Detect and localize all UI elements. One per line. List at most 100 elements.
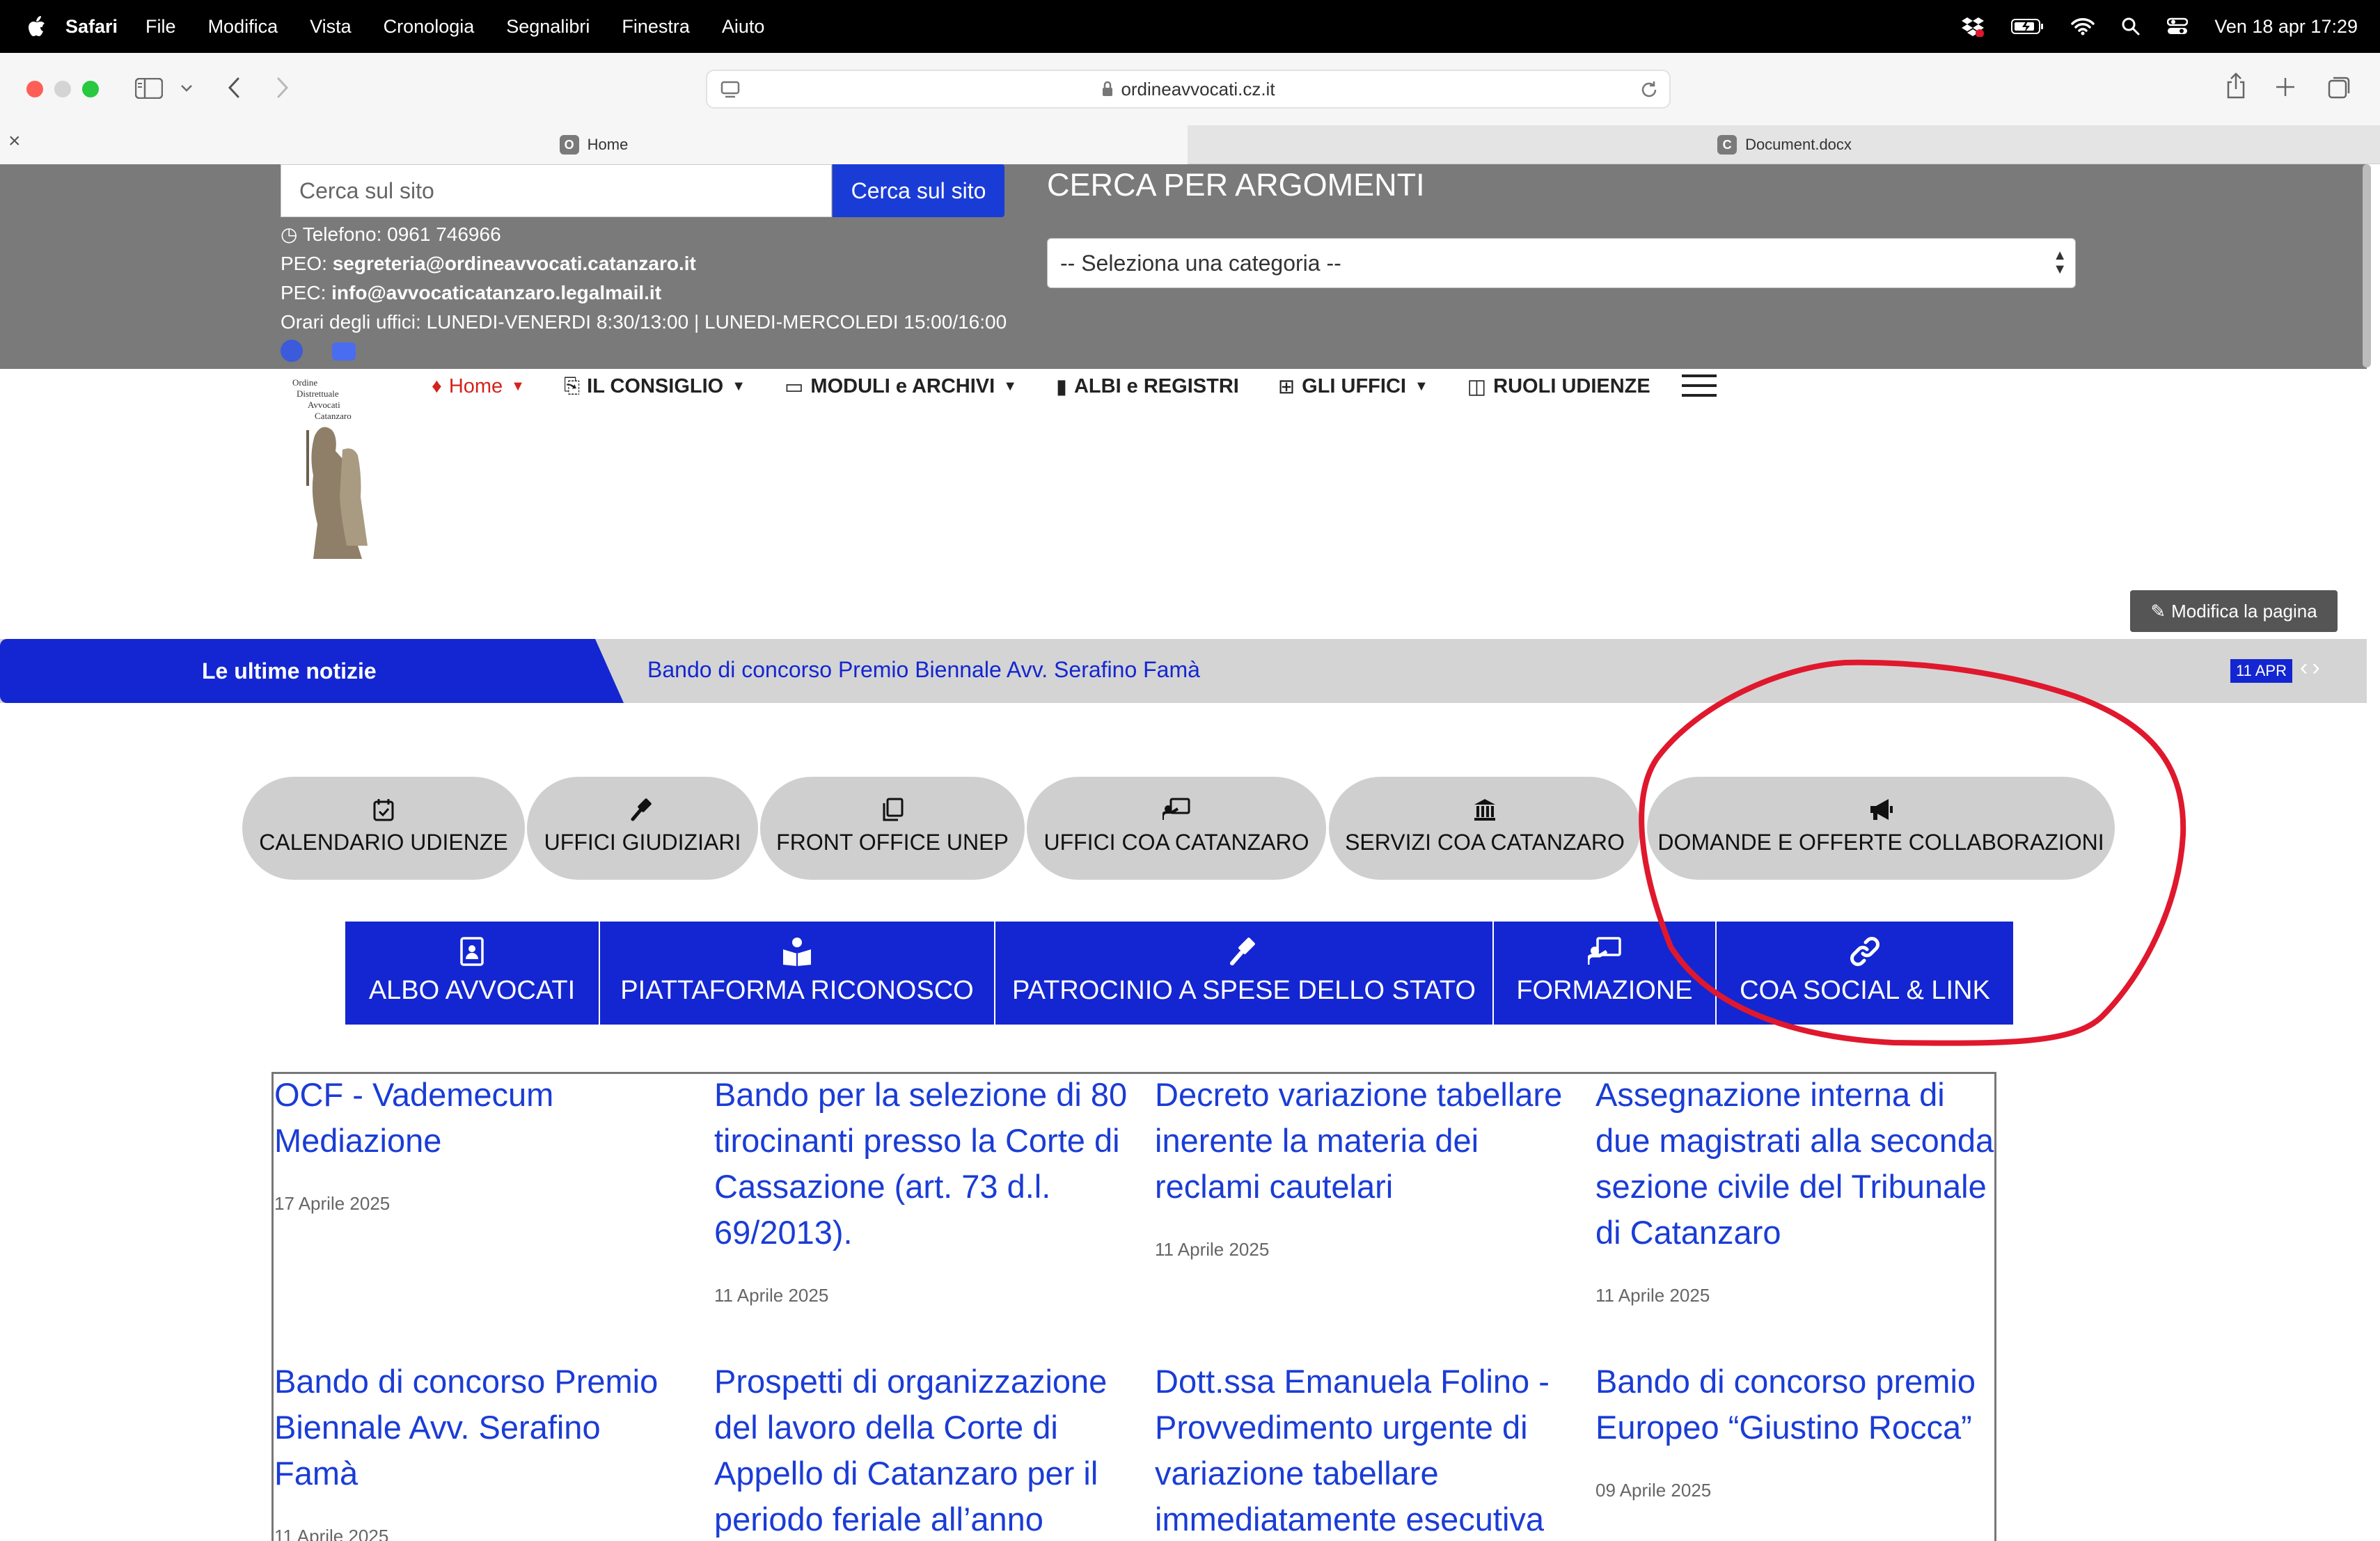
chevron-down-icon[interactable] xyxy=(180,84,194,93)
chevron-right-icon[interactable]: › xyxy=(2312,654,2324,681)
menubar-datetime[interactable]: Ven 18 apr 17:29 xyxy=(2214,16,2358,38)
nav-home[interactable]: ♦ Home ▼ xyxy=(432,375,525,398)
facebook-icon[interactable] xyxy=(281,340,303,362)
chevron-down-icon: ▼ xyxy=(511,378,525,394)
calendar-check-icon xyxy=(373,799,394,821)
tab-home[interactable]: O Home xyxy=(0,125,1188,164)
ticker-headline-link[interactable]: Bando di concorso Premio Biennale Avv. S… xyxy=(647,657,1200,683)
phone-text: Telefono: 0961 746966 xyxy=(302,223,501,245)
category-select[interactable]: -- Seleziona una categoria -- ▲ ▼ xyxy=(1047,238,2076,288)
copy-icon xyxy=(883,798,904,821)
pill-front-office-unep[interactable]: FRONT OFFICE UNEP xyxy=(760,777,1025,880)
url-text[interactable]: ordineavvocati.cz.it xyxy=(1121,79,1275,100)
nav-moduli[interactable]: ▭ MODULI e ARCHIVI ▼ xyxy=(785,374,1017,399)
spotlight-search-icon[interactable] xyxy=(2121,17,2141,36)
news-title-link[interactable]: Bando per la selezione di 80 tirocinanti… xyxy=(714,1072,1132,1256)
share-icon[interactable] xyxy=(2225,72,2247,100)
close-tab-icon[interactable]: × xyxy=(8,129,21,153)
tab-label: Document.docx xyxy=(1745,136,1852,153)
dropbox-icon[interactable] xyxy=(1961,16,1985,37)
pill-uffici-coa[interactable]: UFFICI COA CATANZARO xyxy=(1027,777,1326,880)
news-title-link[interactable]: Bando di concorso premio Europeo “Giusti… xyxy=(1595,1359,1999,1451)
logo-text-line: Ordine xyxy=(292,377,317,388)
social-links xyxy=(281,340,356,362)
menu-file[interactable]: File xyxy=(145,16,176,38)
pill-domande-offerte[interactable]: DOMANDE E OFFERTE COLLABORAZIONI xyxy=(1647,777,2115,880)
button-formazione[interactable]: FORMAZIONE xyxy=(1494,922,1717,1025)
site-search-input[interactable]: Cerca sul sito xyxy=(281,164,832,217)
news-title-link[interactable]: Decreto variazione tabellare inerente la… xyxy=(1155,1072,1573,1210)
menu-vista[interactable]: Vista xyxy=(310,16,352,38)
news-item: Assegnazione interna di due magistrati a… xyxy=(1595,1072,1999,1306)
close-window-button[interactable] xyxy=(26,81,43,97)
ticker-nav-arrows[interactable]: ‹› xyxy=(2300,654,2324,681)
nav-ruoli-label: RUOLI UDIENZE xyxy=(1493,374,1650,397)
menu-finestra[interactable]: Finestra xyxy=(622,16,690,38)
category-select-value: -- Seleziona una categoria -- xyxy=(1060,250,1341,276)
news-title-link[interactable]: Assegnazione interna di due magistrati a… xyxy=(1595,1072,1999,1256)
reader-icon xyxy=(783,938,811,966)
youtube-icon[interactable] xyxy=(332,342,356,361)
page-menu-icon[interactable] xyxy=(720,79,741,100)
pec-email-link[interactable]: info@avvocaticatanzaro.legalmail.it xyxy=(331,282,661,303)
apple-logo-icon[interactable] xyxy=(26,15,46,38)
chalkboard-teacher-icon xyxy=(1163,798,1190,820)
chevron-down-icon: ▼ xyxy=(1003,378,1017,394)
button-patrocinio[interactable]: PATROCINIO A SPESE DELLO STATO xyxy=(995,922,1494,1025)
news-item: Prospetti di organizzazione del lavoro d… xyxy=(714,1359,1132,1541)
minimize-window-button[interactable] xyxy=(54,81,71,97)
tab-overview-icon[interactable] xyxy=(2328,75,2351,99)
gavel-icon xyxy=(1230,938,1255,965)
news-title-link[interactable]: Bando di concorso Premio Biennale Avv. S… xyxy=(274,1359,692,1496)
pill-label: UFFICI COA CATANZARO xyxy=(1043,830,1309,855)
nav-albi[interactable]: ▮ ALBI e REGISTRI xyxy=(1056,374,1239,399)
site-search-button[interactable]: Cerca sul sito xyxy=(833,164,1004,217)
button-albo-avvocati[interactable]: ALBO AVVOCATI xyxy=(345,922,600,1025)
logo-text-line: Catanzaro xyxy=(315,411,352,421)
new-tab-icon[interactable] xyxy=(2275,77,2296,97)
ticker-date: 11 APR xyxy=(2230,659,2292,683)
gavel-icon xyxy=(631,798,652,821)
menu-aiuto[interactable]: Aiuto xyxy=(722,16,765,38)
chalkboard-teacher-icon xyxy=(1588,937,1621,965)
page-scrollbar[interactable] xyxy=(2363,164,2371,368)
news-item: Bando di concorso Premio Biennale Avv. S… xyxy=(274,1359,692,1541)
news-title-link[interactable]: Dott.ssa Emanuela Folino - Provvedimento… xyxy=(1155,1359,1573,1541)
bar-association-logo[interactable]: Ordine Distrettuale Avvocati Catanzaro xyxy=(287,373,391,561)
wifi-icon[interactable] xyxy=(2071,17,2095,35)
chevron-left-icon[interactable]: ‹ xyxy=(2300,654,2312,681)
forward-icon[interactable] xyxy=(274,77,291,99)
edit-page-button[interactable]: ✎ Modifica la pagina xyxy=(2130,590,2338,632)
menu-cronologia[interactable]: Cronologia xyxy=(384,16,475,38)
back-icon[interactable] xyxy=(226,77,242,99)
tab-document[interactable]: C Document.docx xyxy=(1189,125,2380,164)
button-label: COA SOCIAL & LINK xyxy=(1740,976,1990,1005)
news-item: Bando per la selezione di 80 tirocinanti… xyxy=(714,1072,1132,1306)
nav-albi-label: ALBI e REGISTRI xyxy=(1073,374,1239,397)
nav-ruoli[interactable]: ◫ RUOLI UDIENZE xyxy=(1467,374,1650,399)
zoom-window-button[interactable] xyxy=(82,81,99,97)
pill-servizi-coa[interactable]: SERVIZI COA CATANZARO xyxy=(1329,777,1641,880)
pill-calendario-udienze[interactable]: CALENDARIO UDIENZE xyxy=(242,777,525,880)
nav-consiglio[interactable]: ⎘ IL CONSIGLIO ▼ xyxy=(564,375,746,398)
nav-uffici[interactable]: ⊞ GLI UFFICI ▼ xyxy=(1278,374,1428,399)
news-title-link[interactable]: OCF - Vademecum Mediazione xyxy=(274,1072,692,1164)
menu-safari[interactable]: Safari xyxy=(65,16,118,38)
menu-modifica[interactable]: Modifica xyxy=(208,16,278,38)
battery-icon[interactable] xyxy=(2011,18,2044,35)
news-title-link[interactable]: Prospetti di organizzazione del lavoro d… xyxy=(714,1359,1132,1541)
hamburger-menu-icon[interactable] xyxy=(1682,374,1717,398)
address-bar[interactable]: ordineavvocati.cz.it xyxy=(706,70,1671,109)
tab-favicon: C xyxy=(1717,135,1737,155)
pill-label: SERVIZI COA CATANZARO xyxy=(1345,830,1625,855)
macos-menu-bar: Safari File Modifica Vista Cronologia Se… xyxy=(0,0,2380,53)
sidebar-toggle-icon[interactable] xyxy=(135,78,163,99)
peo-email-link[interactable]: segreteria@ordineavvocati.catanzaro.it xyxy=(333,253,696,274)
button-coa-social-link[interactable]: COA SOCIAL & LINK xyxy=(1717,922,2013,1025)
menu-segnalibri[interactable]: Segnalibri xyxy=(506,16,590,38)
reload-icon[interactable] xyxy=(1639,79,1660,100)
pill-uffici-giudiziari[interactable]: UFFICI GIUDIZIARI xyxy=(527,777,758,880)
control-center-icon[interactable] xyxy=(2167,17,2189,35)
button-piattaforma-riconosco[interactable]: PIATTAFORMA RICONOSCO xyxy=(600,922,995,1025)
nav-moduli-label: MODULI e ARCHIVI xyxy=(810,374,995,397)
